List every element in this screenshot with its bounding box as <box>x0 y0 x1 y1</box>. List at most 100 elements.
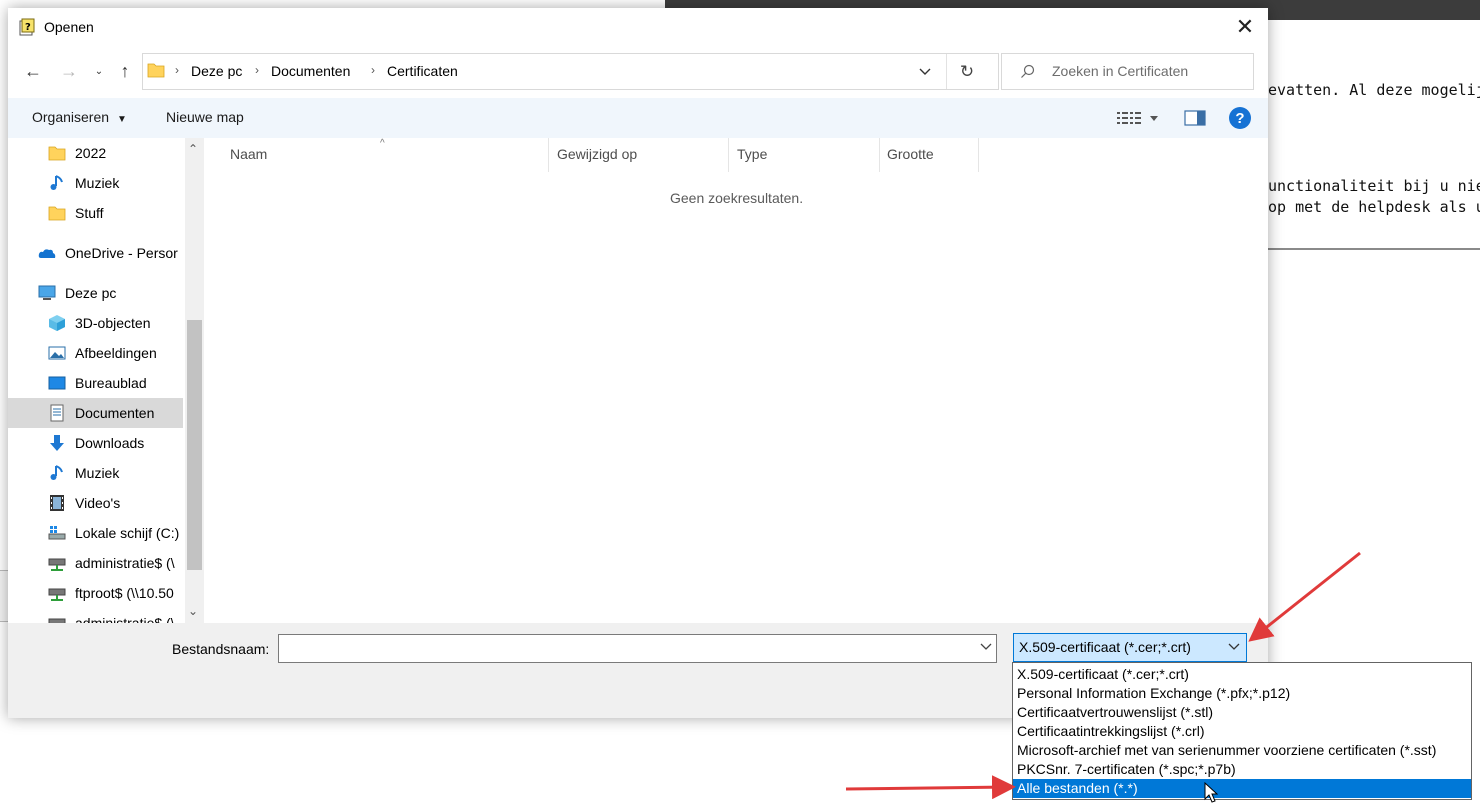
column-header-type[interactable]: Type <box>737 146 767 162</box>
nav-item-2022[interactable]: 2022 <box>8 138 183 168</box>
navigation-pane[interactable]: 2022 Muziek Stuff OneDrive - Persor Deze… <box>8 138 204 623</box>
breadcrumb-separator-icon: › <box>175 63 179 77</box>
filetype-option-label: X.509-certificaat (*.cer;*.crt) <box>1017 666 1189 682</box>
new-folder-button[interactable]: Nieuwe map <box>166 109 244 125</box>
filetype-option[interactable]: Certificaatintrekkingslijst (*.crl) <box>1013 722 1471 741</box>
folder-icon <box>48 146 66 161</box>
nav-item-videos[interactable]: Video's <box>8 488 183 518</box>
refresh-button[interactable]: ↻ <box>955 60 979 84</box>
nav-item-label: administratie$ (\ <box>75 615 175 623</box>
change-view-button[interactable] <box>1115 107 1163 129</box>
breadcrumb-certificaten[interactable]: Certificaten <box>387 63 458 79</box>
filetype-option[interactable]: Certificaatvertrouwenslijst (*.stl) <box>1013 703 1471 722</box>
filetype-option[interactable]: Microsoft-archief met van serienummer vo… <box>1013 741 1471 760</box>
breadcrumb-documenten[interactable]: Documenten <box>271 63 350 79</box>
background-text-line: unctionaliteit bij u niet aa <box>1268 177 1480 195</box>
organize-label: Organiseren <box>32 109 110 125</box>
organize-button[interactable]: Organiseren ▼ <box>32 109 127 125</box>
nav-item-stuff[interactable]: Stuff <box>8 198 183 228</box>
dialog-titlebar[interactable]: ? Openen ✕ <box>8 8 1268 46</box>
filename-input[interactable] <box>278 634 997 663</box>
column-divider[interactable] <box>978 138 979 172</box>
nav-item-label: Deze pc <box>65 285 117 301</box>
nav-item-lokale-schijf[interactable]: Lokale schijf (C:) <box>8 518 183 548</box>
sort-ascending-icon: ^ <box>380 138 385 149</box>
nav-item-label: Muziek <box>75 465 120 481</box>
dialog-app-icon: ? <box>19 18 35 36</box>
annotation-arrow-all-files <box>845 775 1016 800</box>
nav-item-bureaublad[interactable]: Bureaublad <box>8 368 183 398</box>
scrollbar-thumb[interactable] <box>187 320 202 570</box>
filetype-option[interactable]: X.509-certificaat (*.cer;*.crt) <box>1013 665 1471 684</box>
nav-item-label: Lokale schijf (C:) <box>75 525 180 541</box>
filetype-option-all-files[interactable]: Alle bestanden (*.*) <box>1013 779 1471 798</box>
nav-item-label: Muziek <box>75 175 120 191</box>
nav-item-label: 3D-objecten <box>75 315 151 331</box>
column-header-modified[interactable]: Gewijzigd op <box>557 146 637 162</box>
chevron-down-icon: ⌄ <box>94 65 104 77</box>
recent-locations-button[interactable]: ⌄ <box>88 60 110 82</box>
filetype-option[interactable]: PKCSnr. 7-certificaten (*.spc;*.p7b) <box>1013 760 1471 779</box>
breadcrumb-deze-pc[interactable]: Deze pc <box>191 63 242 79</box>
breadcrumb-separator-icon[interactable]: › <box>371 63 375 77</box>
nav-item-onedrive[interactable]: OneDrive - Persor <box>8 238 183 268</box>
filetype-option[interactable]: Personal Information Exchange (*.pfx;*.p… <box>1013 684 1471 703</box>
arrow-up-icon: ↑ <box>120 60 130 81</box>
nav-item-downloads[interactable]: Downloads <box>8 428 183 458</box>
address-history-dropdown[interactable] <box>913 60 937 84</box>
chevron-down-icon[interactable] <box>980 639 992 653</box>
background-text-line: op met de helpdesk als u w <box>1268 198 1480 216</box>
breadcrumb-separator-icon[interactable]: › <box>255 63 259 77</box>
navigation-bar: ← → ⌄ ↑ › Deze pc › Documenten › Certifi… <box>8 52 1268 92</box>
nav-item-deze-pc[interactable]: Deze pc <box>8 278 183 308</box>
navigation-scrollbar[interactable]: ⌃ ⌄ <box>185 138 204 623</box>
nav-item-administratie-share[interactable]: administratie$ (\ <box>8 548 183 578</box>
nav-item-muziek[interactable]: Muziek <box>8 168 183 198</box>
filetype-dropdown-list: X.509-certificaat (*.cer;*.crt) Personal… <box>1012 662 1472 800</box>
network-drive-icon <box>48 588 66 601</box>
forward-button[interactable]: → <box>58 60 80 82</box>
music-icon <box>50 465 63 480</box>
up-button[interactable]: ↑ <box>114 60 136 82</box>
address-bar[interactable]: › Deze pc › Documenten › Certificaten ↻ <box>142 53 999 90</box>
nav-item-ftproot-share[interactable]: ftproot$ (\\10.50 <box>8 578 183 608</box>
filetype-option-label: PKCSnr. 7-certificaten (*.spc;*.p7b) <box>1017 761 1236 777</box>
network-drive-icon <box>48 618 66 623</box>
filetype-option-label: Microsoft-archief met van serienummer vo… <box>1017 742 1437 758</box>
preview-pane-button[interactable] <box>1184 110 1206 126</box>
filetype-option-label: Alle bestanden (*.*) <box>1017 780 1138 796</box>
help-icon: ? <box>1235 109 1245 127</box>
nav-item-afbeeldingen[interactable]: Afbeeldingen <box>8 338 183 368</box>
chevron-down-icon[interactable] <box>1228 639 1240 653</box>
column-header-name[interactable]: Naam <box>230 146 267 162</box>
cube-icon <box>49 315 65 331</box>
back-button[interactable]: ← <box>22 60 44 82</box>
scroll-down-icon[interactable]: ⌄ <box>188 604 198 618</box>
column-divider[interactable] <box>728 138 729 172</box>
column-divider[interactable] <box>548 138 549 172</box>
pictures-icon <box>48 346 66 360</box>
nav-item-3d-objecten[interactable]: 3D-objecten <box>8 308 183 338</box>
video-icon <box>50 495 64 511</box>
nav-item-muziek-pc[interactable]: Muziek <box>8 458 183 488</box>
background-text-line: evatten. Al deze mogelijkh <box>1268 81 1480 99</box>
file-list[interactable]: ^ Naam Gewijzigd op Type Grootte Geen zo… <box>204 138 1268 623</box>
close-icon: ✕ <box>1235 14 1255 39</box>
help-button[interactable]: ? <box>1229 107 1251 129</box>
close-button[interactable]: ✕ <box>1222 8 1268 46</box>
arrow-left-icon: ← <box>24 60 42 81</box>
scroll-up-icon[interactable]: ⌃ <box>188 142 198 156</box>
filetype-select[interactable]: X.509-certificaat (*.cer;*.crt) <box>1013 633 1247 662</box>
folder-icon <box>48 206 66 221</box>
refresh-icon: ↻ <box>959 62 975 81</box>
nav-item-label: Afbeeldingen <box>75 345 157 361</box>
nav-item-administratie-share-2[interactable]: administratie$ (\ <box>8 608 183 623</box>
onedrive-icon <box>38 249 56 258</box>
download-icon <box>50 435 64 451</box>
search-input[interactable]: Zoeken in Certificaten <box>1001 53 1254 90</box>
nav-item-documenten[interactable]: Documenten <box>8 398 183 428</box>
dialog-title: Openen <box>44 19 94 35</box>
column-divider[interactable] <box>879 138 880 172</box>
drive-icon <box>48 526 66 540</box>
column-header-size[interactable]: Grootte <box>887 146 934 162</box>
